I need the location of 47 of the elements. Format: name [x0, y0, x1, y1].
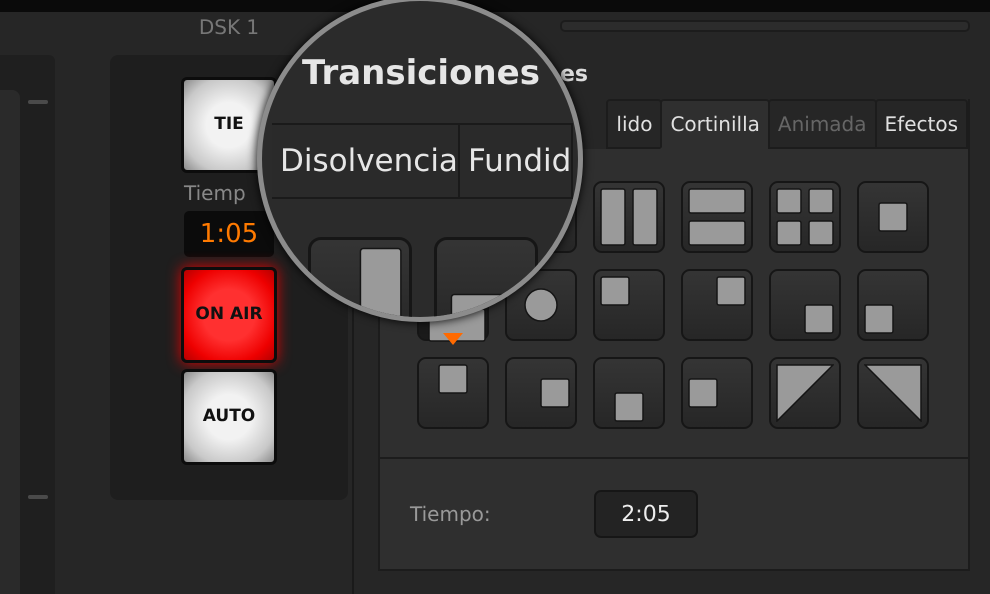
key-button[interactable]: AUTO [181, 369, 277, 465]
scale-notch [28, 100, 48, 104]
selected-marker-icon [443, 333, 463, 345]
panel-title: es [560, 62, 588, 87]
wipe-pattern-icon [688, 378, 718, 408]
wipe-button[interactable] [593, 181, 665, 253]
time-field[interactable]: 2:05 [594, 490, 698, 538]
wipe-button[interactable] [417, 357, 489, 429]
wipe-button[interactable] [505, 357, 577, 429]
wipe-button[interactable] [857, 181, 929, 253]
tab[interactable]: Cortinilla [660, 99, 770, 149]
wipe-button[interactable] [857, 269, 929, 341]
tab[interactable]: lido [606, 99, 662, 149]
on-air-key[interactable]: ON AIR [181, 267, 277, 363]
wipe-pattern-icon [438, 364, 468, 394]
wipe-pattern-icon [864, 364, 922, 422]
scale-notch [28, 495, 48, 499]
wipe-pattern-icon [600, 188, 658, 246]
wipe-pattern-icon [776, 188, 834, 246]
wipe-pattern-icon [358, 247, 402, 317]
wipe-button[interactable] [505, 269, 577, 341]
wipe-pattern-icon [614, 392, 644, 422]
wipe-button[interactable] [769, 269, 841, 341]
wipe-pattern-icon [878, 202, 908, 232]
tab[interactable]: Efectos [874, 99, 968, 149]
time-label: Tiemp [183, 181, 246, 205]
wipe-pattern-icon [776, 364, 834, 422]
wipe-pattern-icon [600, 276, 630, 306]
time-label: Tiempo: [410, 502, 492, 526]
wipe-pattern-icon [716, 276, 746, 306]
wipe-button[interactable] [681, 181, 753, 253]
wipe-button[interactable] [681, 357, 753, 429]
wipe-button[interactable] [593, 269, 665, 341]
wipe-button[interactable] [857, 357, 929, 429]
wipe-button[interactable] [769, 357, 841, 429]
wipe-pattern-icon [540, 378, 570, 408]
tab[interactable]: Disolvencia [272, 125, 460, 197]
tab[interactable]: Fundid [460, 125, 574, 197]
wipe-pattern-icon [864, 304, 894, 334]
wipe-pattern-icon [804, 304, 834, 334]
wipe-button[interactable] [769, 181, 841, 253]
wipe-button[interactable] [593, 357, 665, 429]
wipe-button[interactable] [681, 269, 753, 341]
wipe-pattern-icon [688, 188, 746, 246]
dsk-title: DSK 1 [198, 15, 260, 41]
panel-title: Transiciones [302, 53, 540, 93]
time-display: 1:05 [184, 211, 274, 257]
